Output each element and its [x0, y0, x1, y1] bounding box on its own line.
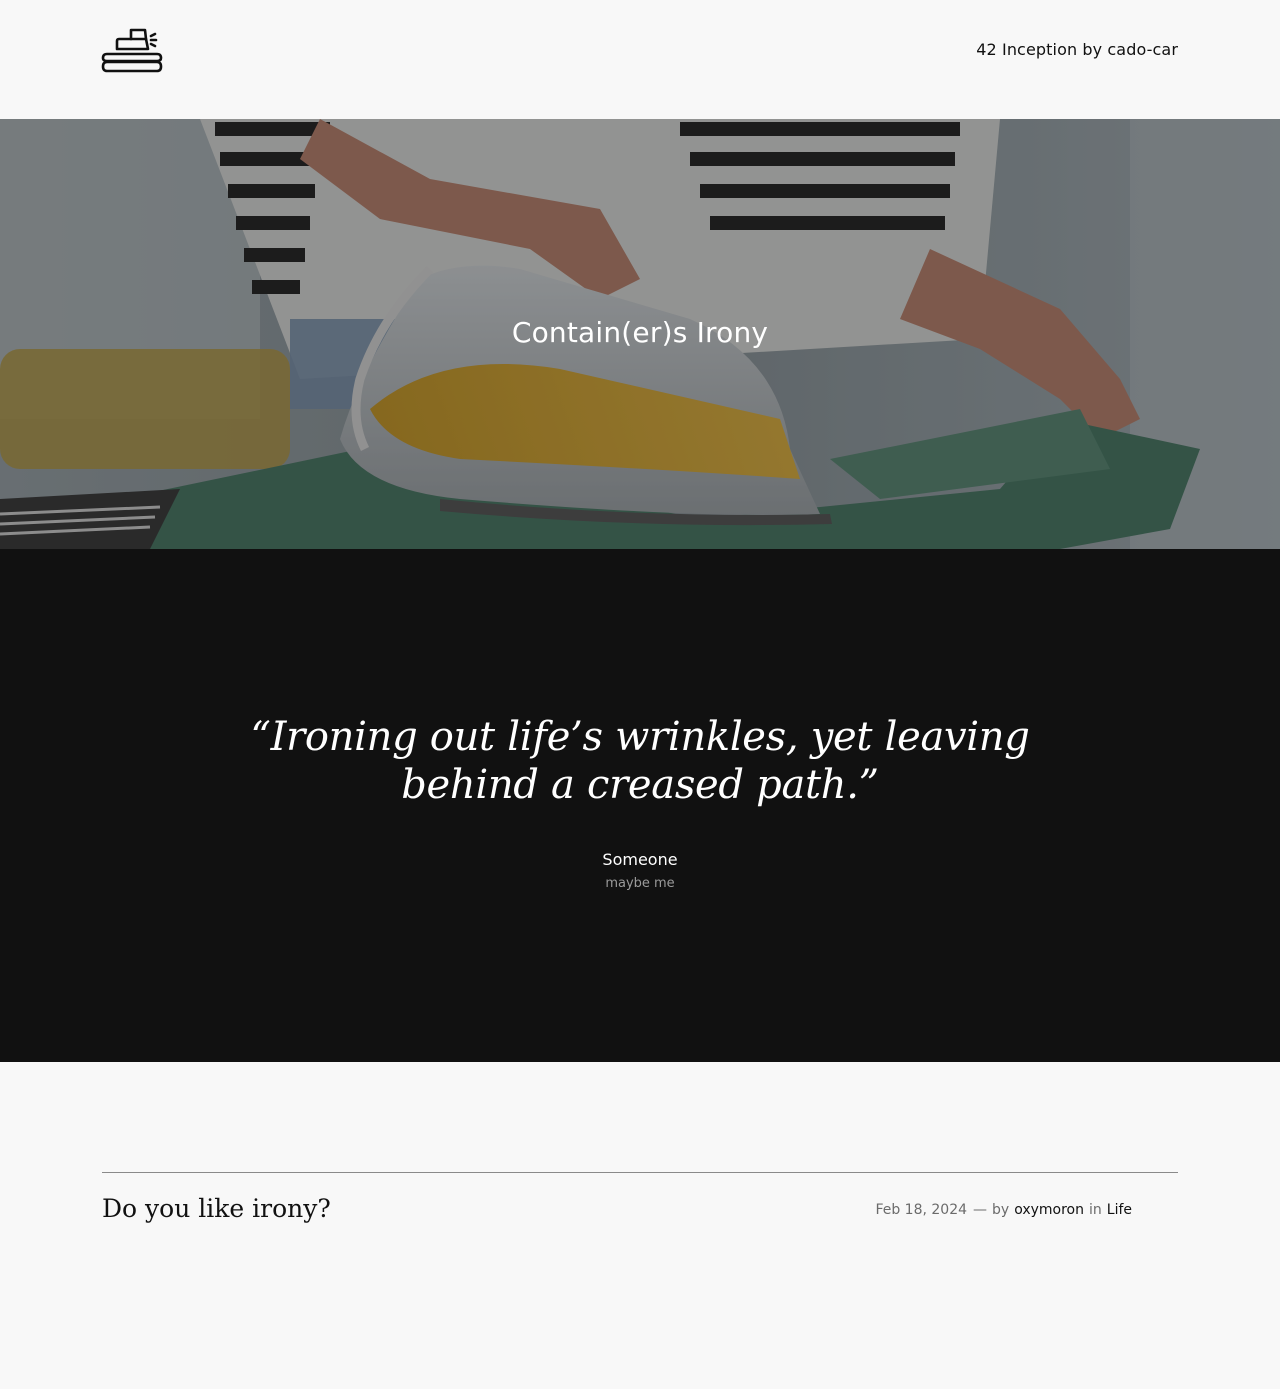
- post-category-link[interactable]: Life: [1107, 1200, 1132, 1220]
- post-meta: Feb 18, 2024 — by oxymoron in Life: [875, 1200, 1132, 1220]
- site-header: 42 Inception by cado-car: [0, 0, 1280, 119]
- post-title-link[interactable]: Do you like irony?: [102, 1192, 331, 1226]
- in-label: in: [1089, 1202, 1102, 1218]
- pullquote-text: “Ironing out life’s wrinkles, yet leavin…: [250, 714, 1030, 808]
- meta-separator: —: [973, 1202, 988, 1218]
- by-label: by: [992, 1202, 1010, 1218]
- post-date[interactable]: Feb 18, 2024: [875, 1200, 967, 1220]
- site-title-link[interactable]: 42 Inception by cado-car: [976, 40, 1178, 60]
- post-author-link[interactable]: oxymoron: [1014, 1200, 1084, 1220]
- pullquote-author: Someone: [602, 850, 678, 869]
- pullquote-section: “Ironing out life’s wrinkles, yet leavin…: [0, 549, 1280, 1062]
- post-divider: [102, 1172, 1178, 1173]
- iron-icon[interactable]: [101, 27, 163, 73]
- hero-title: Contain(er)s Irony: [511, 316, 769, 349]
- hero-cover: Contain(er)s Irony: [0, 119, 1280, 549]
- pullquote-author-subtitle: maybe me: [605, 876, 675, 891]
